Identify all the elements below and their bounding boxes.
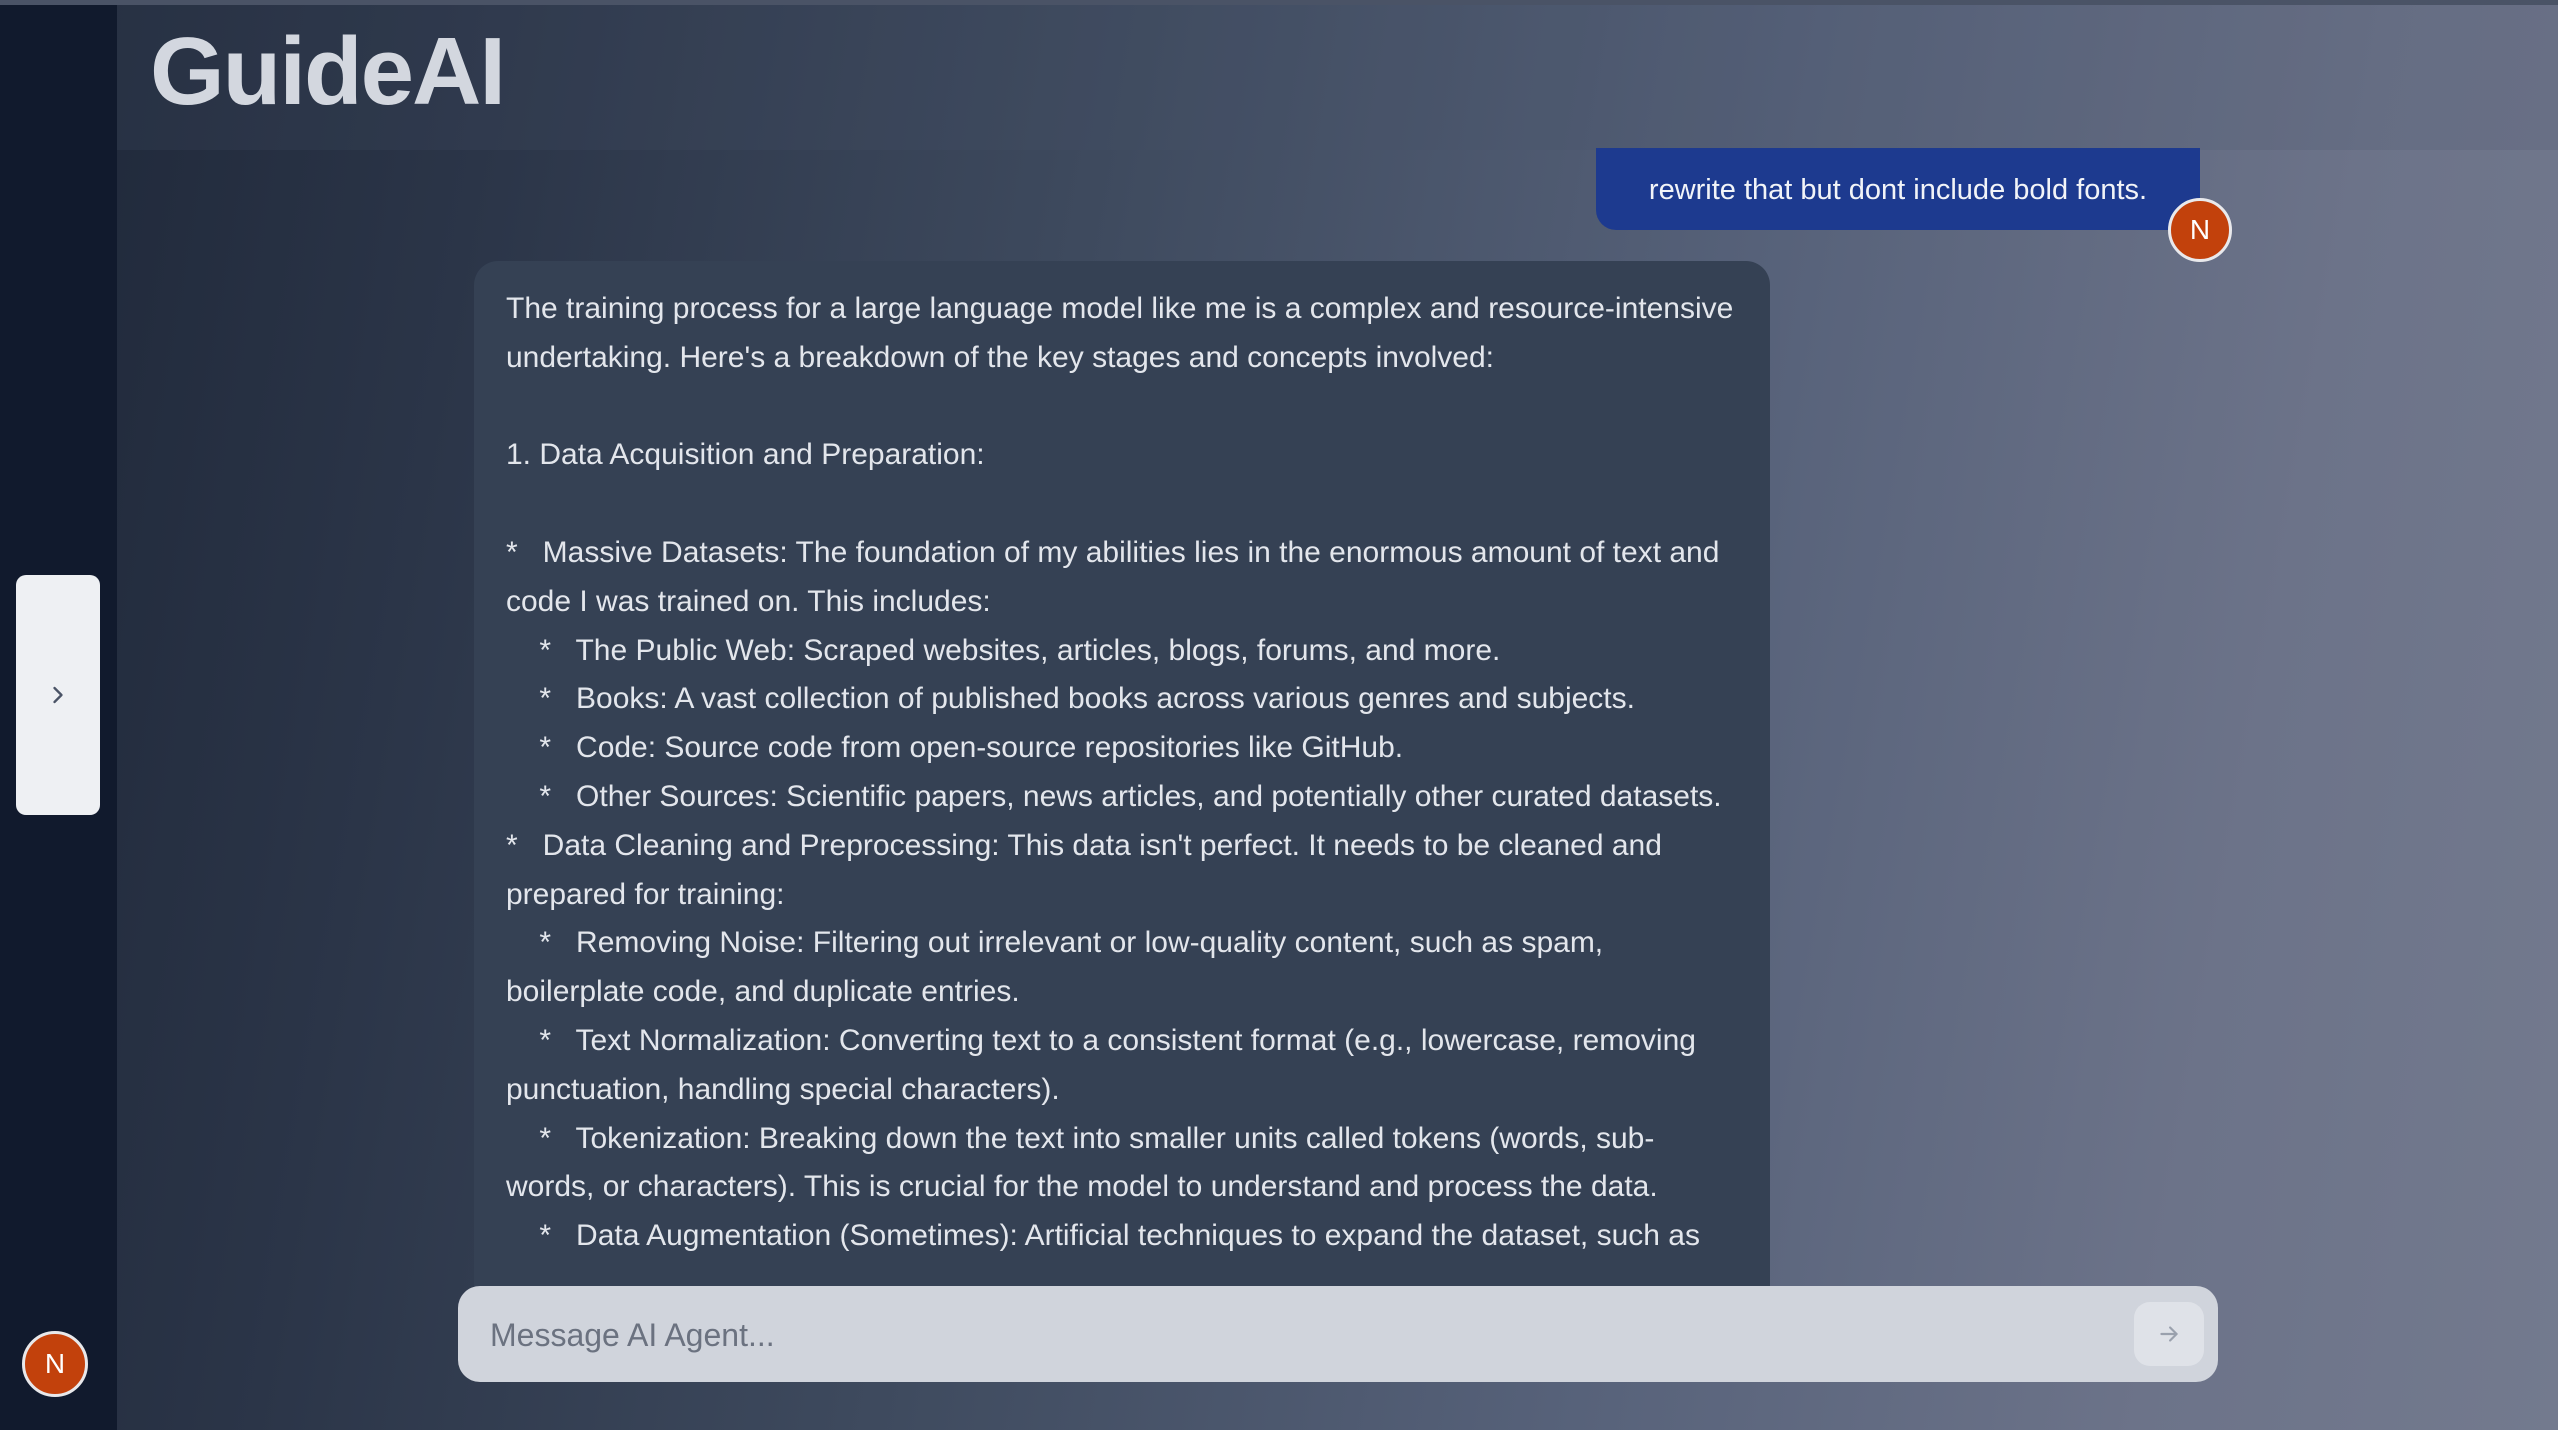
app-title: GuideAI	[150, 18, 506, 125]
message-composer	[458, 1286, 2218, 1384]
sidebar-avatar-initial: N	[44, 1348, 66, 1379]
user-message-bubble: rewrite that but dont include bold fonts…	[1596, 148, 2200, 230]
arrow-right-icon	[2160, 1326, 2178, 1342]
assistant-message-bubble: The training process for a large languag…	[474, 261, 1770, 1286]
user-avatar-initial: N	[2189, 214, 2211, 245]
sidebar-toggle-button[interactable]	[16, 575, 100, 815]
chevron-right-icon	[53, 686, 63, 704]
user-message-avatar: N	[2168, 198, 2232, 262]
message-input[interactable]	[488, 1286, 2052, 1384]
user-message-text: rewrite that but dont include bold fonts…	[1648, 173, 2148, 206]
send-button[interactable]	[2134, 1302, 2204, 1366]
sidebar-user-avatar[interactable]: N	[22, 1331, 88, 1397]
assistant-message-text: The training process for a large languag…	[506, 292, 1734, 1253]
sidebar: N	[0, 5, 117, 1430]
